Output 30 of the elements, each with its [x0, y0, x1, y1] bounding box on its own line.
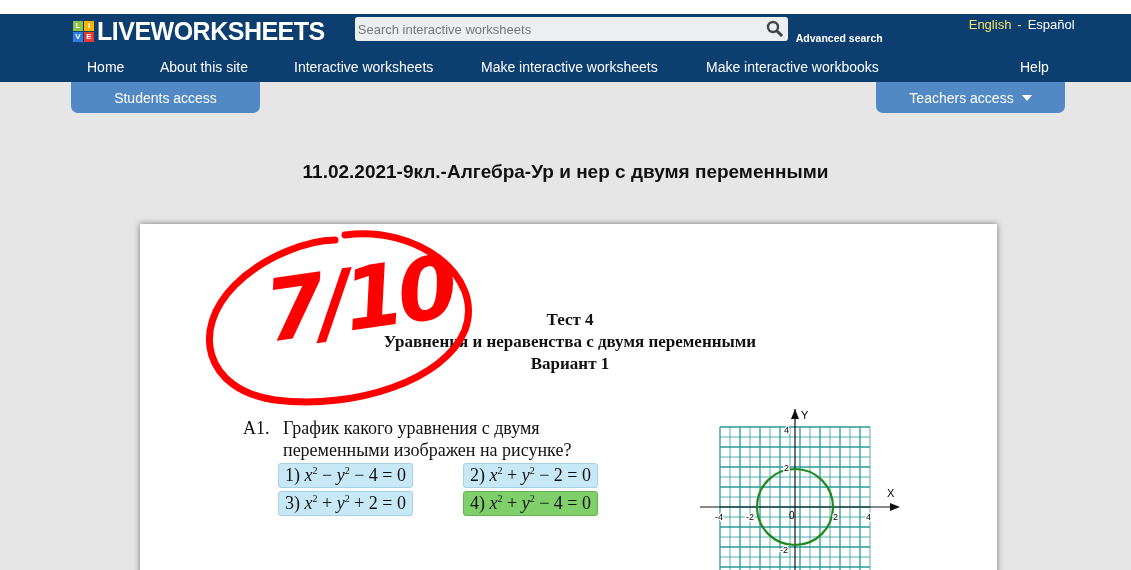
- advanced-search-link[interactable]: Advanced search: [795, 32, 883, 44]
- logo-text[interactable]: LIVEWORKSHEETS: [97, 17, 325, 46]
- answer-option[interactable]: 4) x$^{2}$ + y$^{2}$ − 4 = 0: [463, 491, 598, 516]
- logo-letter: I: [84, 21, 94, 31]
- nav-link[interactable]: About this site: [160, 59, 294, 75]
- search-input[interactable]: Search interactive worksheets: [354, 21, 766, 37]
- language-link[interactable]: Español: [1027, 17, 1075, 32]
- question-number: А1.: [243, 417, 271, 440]
- nav-link[interactable]: Make interactive workbooks: [706, 59, 1020, 75]
- answer-option[interactable]: 1) x$^{2}$ − y$^{2}$ − 4 = 0: [278, 463, 413, 488]
- search-field[interactable]: Search interactive worksheets: [354, 17, 788, 41]
- answer-option[interactable]: 2) x$^{2}$ + y$^{2}$ − 2 = 0: [463, 463, 598, 488]
- nav-link[interactable]: Home: [87, 59, 160, 75]
- nav-link[interactable]: Help: [1020, 59, 1100, 75]
- logo-letter: V: [73, 32, 83, 42]
- logo-letter: L: [73, 21, 83, 31]
- answer-option[interactable]: 3) x$^{2}$ + y$^{2}$ + 2 = 0: [278, 491, 413, 516]
- nav-link[interactable]: Interactive worksheets: [294, 59, 481, 75]
- worksheet-heading: Вариант 1: [530, 353, 610, 375]
- page-title: 11.02.2021-9кл.-Алгебра-Ур и нер с двумя переменными: [301, 161, 830, 183]
- logo-letter: E: [84, 32, 94, 42]
- question-text: переменными изображен на рисунке?: [283, 439, 572, 461]
- language-link[interactable]: English: [968, 17, 1012, 32]
- separator: -: [1017, 17, 1022, 32]
- search-icon[interactable]: [765, 20, 784, 38]
- nav-link[interactable]: Make interactive worksheets: [481, 59, 706, 75]
- question-text: График какого уравнения с двумя: [283, 417, 540, 439]
- access-tab[interactable]: Teachers access: [876, 82, 1065, 113]
- access-tab[interactable]: Students access: [71, 82, 260, 113]
- worksheet-heading: Тест 4: [546, 309, 594, 331]
